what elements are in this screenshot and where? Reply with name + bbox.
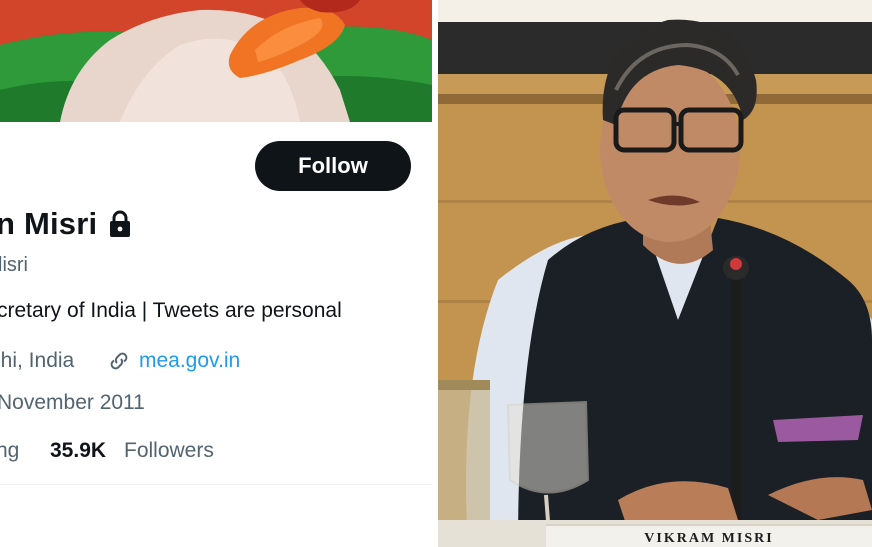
- link-icon: [107, 349, 131, 373]
- press-conference-photo: VIKRAM MISRI: [438, 0, 872, 547]
- profile-handle: lisri: [0, 254, 28, 276]
- follow-button[interactable]: Follow: [255, 141, 411, 191]
- followers-label[interactable]: Followers: [124, 439, 214, 463]
- profile-screenshot: Follow n Misri lisri cretary of India | …: [0, 0, 432, 547]
- display-name: n Misri: [0, 206, 98, 241]
- followers-count[interactable]: 35.9K: [50, 439, 106, 463]
- nameplate: VIKRAM MISRI: [546, 524, 872, 547]
- profile-bio: cretary of India | Tweets are personal: [0, 299, 342, 322]
- profile-location: lhi, India: [0, 349, 75, 372]
- divider: [0, 484, 432, 485]
- lock-icon: [108, 210, 132, 238]
- profile-joined-date: November 2011: [0, 391, 145, 414]
- following-link[interactable]: ng: [0, 439, 19, 463]
- profile-website-link[interactable]: mea.gov.in: [139, 349, 240, 373]
- profile-banner: [0, 0, 432, 122]
